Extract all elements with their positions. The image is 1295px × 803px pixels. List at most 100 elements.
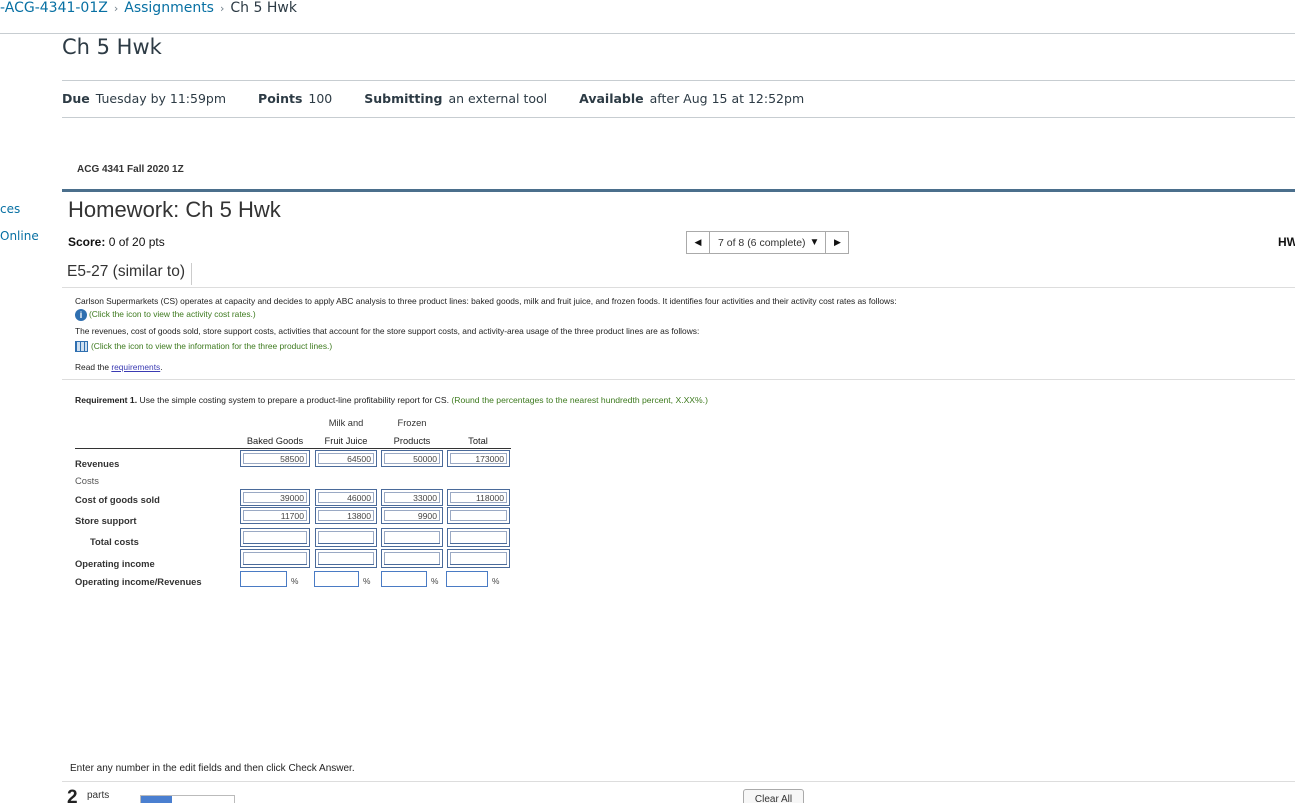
triangle-right-icon: ▶ xyxy=(833,237,841,247)
parts-count: 2 xyxy=(67,787,78,803)
progress-fill xyxy=(141,796,172,803)
details-divider xyxy=(62,117,1295,118)
cogs-frozen-value: 33000 xyxy=(384,492,440,503)
cogs-baked-input[interactable]: 39000 xyxy=(240,489,310,506)
cogs-total-input[interactable]: 118000 xyxy=(447,489,510,506)
header-divider xyxy=(0,33,1295,34)
next-question-button[interactable]: ▶ xyxy=(825,231,850,254)
parts-progress-bar xyxy=(140,795,235,803)
store-support-frozen-input[interactable]: 9900 xyxy=(381,507,443,524)
score: Score: 0 of 20 pts xyxy=(68,235,165,249)
oi-revenues-total-input[interactable] xyxy=(446,571,488,587)
col-milk-top: Milk and xyxy=(328,418,364,428)
question-select[interactable]: 7 of 8 (6 complete) ▼ xyxy=(710,231,826,254)
footer-divider xyxy=(62,781,1295,782)
sidebar-item-resources[interactable]: ces xyxy=(0,202,20,216)
requirement-label: Requirement 1. xyxy=(75,395,138,405)
total-costs-milk-input[interactable] xyxy=(315,528,377,547)
cogs-frozen-input[interactable]: 33000 xyxy=(381,489,443,506)
operating-income-milk-input[interactable] xyxy=(315,549,377,568)
store-support-baked-value: 11700 xyxy=(243,510,307,521)
operating-income-frozen-input[interactable] xyxy=(381,549,443,568)
activity-rates-link-row[interactable]: i (Click the icon to view the activity co… xyxy=(75,309,256,321)
question-navigator: ◀ 7 of 8 (6 complete) ▼ ▶ xyxy=(686,231,850,254)
cogs-baked-value: 39000 xyxy=(243,492,307,503)
breadcrumb-course-link[interactable]: -ACG-4341-01Z xyxy=(0,0,108,16)
revenues-total-value: 173000 xyxy=(450,453,507,464)
breadcrumb-current: Ch 5 Hwk xyxy=(230,0,297,16)
clear-all-button[interactable]: Clear All xyxy=(743,789,804,803)
revenues-baked-value: 58500 xyxy=(243,453,307,464)
revenues-baked-input[interactable]: 58500 xyxy=(240,450,310,467)
course-name: ACG 4341 Fall 2020 1Z xyxy=(77,164,184,175)
breadcrumb-separator-icon: › xyxy=(219,2,225,15)
col-frozen-top: Frozen xyxy=(397,418,427,428)
row-label-revenues: Revenues xyxy=(75,458,120,469)
oi-revenues-milk-input[interactable] xyxy=(314,571,359,587)
revenues-frozen-value: 50000 xyxy=(384,453,440,464)
sidebar-item-online[interactable]: Online xyxy=(0,229,39,243)
row-label-cogs: Cost of goods sold xyxy=(75,494,160,505)
question-position: 7 of 8 (6 complete) xyxy=(718,236,806,249)
activity-rates-link[interactable]: (Click the icon to view the activity cos… xyxy=(89,309,256,319)
store-support-total-input[interactable] xyxy=(447,507,510,524)
available-label: Available xyxy=(579,91,644,106)
requirements-link[interactable]: requirements xyxy=(111,362,160,372)
revenues-total-input[interactable]: 173000 xyxy=(447,450,510,467)
store-support-milk-input[interactable]: 13800 xyxy=(315,507,377,524)
info-icon[interactable]: i xyxy=(75,309,87,321)
submitting-value: an external tool xyxy=(448,91,548,106)
operating-income-baked-input[interactable] xyxy=(240,549,310,568)
points-value: 100 xyxy=(308,91,333,106)
percent-sign: % xyxy=(291,576,299,586)
revenues-frozen-input[interactable]: 50000 xyxy=(381,450,443,467)
cogs-milk-value: 46000 xyxy=(318,492,374,503)
col-fruit-juice: Fruit Juice xyxy=(324,436,368,446)
total-costs-frozen-value xyxy=(384,531,440,544)
store-support-milk-value: 13800 xyxy=(318,510,374,521)
product-lines-link-row[interactable]: (Click the icon to view the information … xyxy=(75,341,332,353)
breadcrumb-separator-icon: › xyxy=(113,2,119,15)
footer-instruction: Enter any number in the edit fields and … xyxy=(70,763,355,774)
percent-sign: % xyxy=(492,576,500,586)
percent-sign: % xyxy=(363,576,371,586)
total-costs-baked-input[interactable] xyxy=(240,528,310,547)
read-suffix: . xyxy=(160,362,163,372)
revenues-milk-value: 64500 xyxy=(318,453,374,464)
breadcrumb-assignments-link[interactable]: Assignments xyxy=(124,0,214,16)
product-lines-link[interactable]: (Click the icon to view the information … xyxy=(91,341,332,351)
row-label-store-support: Store support xyxy=(75,515,137,526)
oi-revenues-baked-input[interactable] xyxy=(240,571,287,587)
hw-label-truncated: HW xyxy=(1278,235,1295,249)
requirement-1: Requirement 1. Use the simple costing sy… xyxy=(75,395,708,405)
oi-revenues-frozen-input[interactable] xyxy=(381,571,427,587)
operating-income-total-input[interactable] xyxy=(447,549,510,568)
store-support-total-value xyxy=(450,510,507,521)
operating-income-milk-value xyxy=(318,552,374,565)
header-underline xyxy=(75,448,511,449)
operating-income-baked-value xyxy=(243,552,307,565)
previous-question-button[interactable]: ◀ xyxy=(686,231,710,254)
table-grid-icon[interactable] xyxy=(75,341,88,353)
total-costs-milk-value xyxy=(318,531,374,544)
parts-label: parts xyxy=(87,790,110,801)
homework-header-bar xyxy=(62,189,1295,192)
points-label: Points xyxy=(258,91,303,106)
row-label-total-costs: Total costs xyxy=(90,536,139,547)
total-costs-baked-value xyxy=(243,531,307,544)
read-prefix: Read the xyxy=(75,362,112,372)
question-divider xyxy=(62,287,1295,288)
requirement-hint: (Round the percentages to the nearest hu… xyxy=(451,395,708,405)
page-title: Ch 5 Hwk xyxy=(62,35,162,59)
breadcrumb: -ACG-4341-01Z › Assignments › Ch 5 Hwk xyxy=(0,0,297,16)
col-total: Total xyxy=(468,436,488,446)
score-value: 0 of 20 pts xyxy=(108,235,165,249)
cogs-milk-input[interactable]: 46000 xyxy=(315,489,377,506)
revenues-milk-input[interactable]: 64500 xyxy=(315,450,377,467)
total-costs-frozen-input[interactable] xyxy=(381,528,443,547)
caret-down-icon: ▼ xyxy=(809,237,820,248)
assignment-details: Due Tuesday by 11:59pm Points 100 Submitti… xyxy=(62,91,804,106)
total-costs-total-input[interactable] xyxy=(447,528,510,547)
col-baked-goods: Baked Goods xyxy=(246,436,304,446)
store-support-baked-input[interactable]: 11700 xyxy=(240,507,310,524)
